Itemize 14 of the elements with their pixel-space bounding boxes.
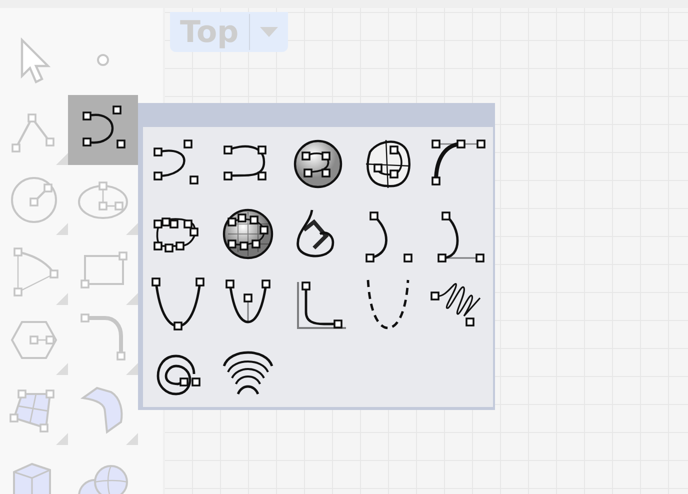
- parabola-icon[interactable]: [150, 276, 206, 332]
- flyout-corner-icon: [126, 433, 138, 445]
- flyout-corner-icon: [56, 433, 68, 445]
- flyout-corner-icon: [56, 223, 68, 235]
- point-icon: [96, 53, 110, 67]
- flyout-corner-icon: [56, 293, 68, 305]
- tool-button[interactable]: [68, 95, 138, 165]
- flyout-corner-icon: [56, 363, 68, 375]
- flyout-corner-icon: [126, 363, 138, 375]
- flyout-corner-icon: [126, 223, 138, 235]
- flyout-corner-icon: [56, 153, 68, 165]
- caret-icon: [260, 27, 278, 37]
- flyout-corner-icon: [126, 293, 138, 305]
- grid-sphere-icon[interactable]: [220, 206, 276, 262]
